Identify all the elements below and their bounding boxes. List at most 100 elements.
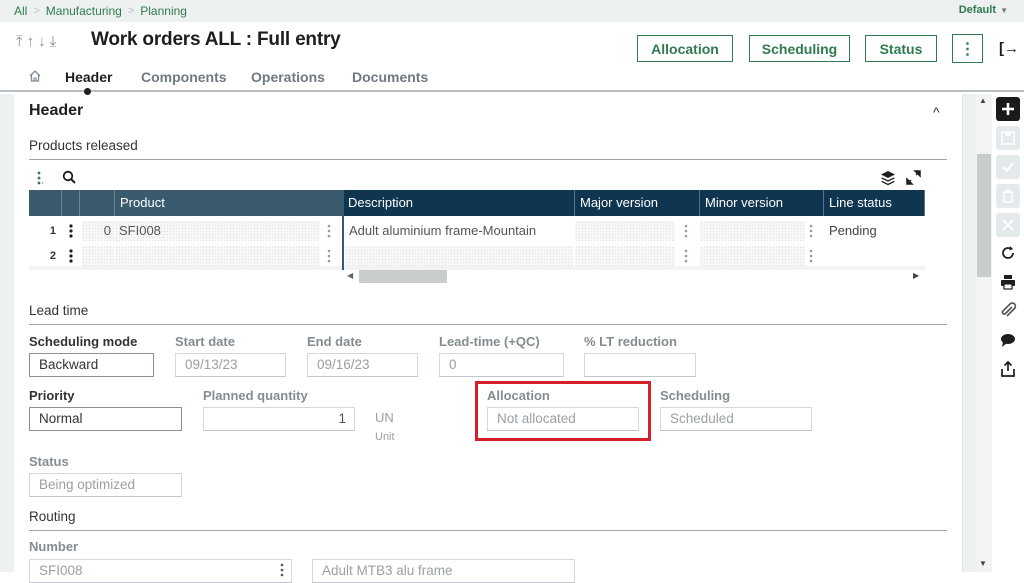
scroll-up-icon[interactable]: ▲	[979, 96, 987, 105]
vertical-scrollbar-thumb[interactable]	[977, 154, 991, 277]
grid-header-product[interactable]: Product	[115, 190, 343, 216]
table-row[interactable]: 2	[29, 244, 925, 268]
scroll-right-icon[interactable]: ▶	[913, 271, 919, 280]
layers-icon[interactable]	[880, 170, 896, 186]
major-version-cell[interactable]	[575, 221, 675, 241]
allocation-button[interactable]: Allocation	[637, 35, 733, 62]
tab-components[interactable]: Components	[141, 69, 227, 85]
grid-header-description[interactable]: Description	[343, 190, 575, 216]
priority-field[interactable]: Normal	[29, 407, 182, 431]
more-actions-button[interactable]: ⋮	[952, 34, 983, 63]
exit-icon[interactable]: [→	[999, 40, 1019, 57]
description-cell[interactable]: Adult aluminium frame-Mountain	[345, 221, 573, 241]
paperclip-icon[interactable]	[999, 302, 1017, 320]
save-button[interactable]	[996, 126, 1020, 150]
lt-reduction-field[interactable]	[584, 353, 696, 377]
minor-version-lookup-icon[interactable]	[809, 224, 813, 238]
row-number: 1	[49, 225, 56, 237]
routing-number-label: Number	[29, 539, 79, 554]
minor-version-cell[interactable]	[700, 221, 805, 241]
tab-operations[interactable]: Operations	[251, 69, 325, 85]
priority-label: Priority	[29, 388, 75, 403]
qty-cell[interactable]: 0	[82, 221, 114, 241]
caret-down-icon[interactable]: ▼	[1000, 6, 1008, 15]
product-cell[interactable]	[115, 246, 320, 266]
product-lookup-icon[interactable]	[327, 249, 331, 263]
comment-icon[interactable]	[999, 331, 1017, 349]
next-record-icon[interactable]: ↓	[38, 33, 46, 50]
major-version-lookup-icon[interactable]	[684, 249, 688, 263]
planned-quantity-label: Planned quantity	[203, 388, 308, 403]
horizontal-scrollbar-thumb[interactable]	[359, 270, 447, 283]
plus-icon	[1002, 103, 1014, 115]
lead-time-qc-field[interactable]: 0	[439, 353, 564, 377]
breadcrumb-separator-icon: >	[33, 5, 40, 17]
last-record-icon[interactable]: ⤓	[50, 33, 57, 50]
grid-header-minor-version[interactable]: Minor version	[700, 190, 824, 216]
routing-title: Routing	[29, 509, 76, 524]
search-icon[interactable]	[62, 170, 76, 184]
scheduling-label: Scheduling	[660, 388, 731, 403]
user-menu-default[interactable]: Default	[959, 4, 996, 16]
products-released-title: Products released	[29, 138, 138, 153]
grid-menu-icon[interactable]	[37, 171, 43, 185]
scroll-left-icon[interactable]: ◀	[347, 271, 353, 280]
print-icon[interactable]	[999, 273, 1017, 291]
row-number: 2	[49, 250, 56, 262]
horizontal-scrollbar[interactable]	[29, 266, 925, 270]
product-lookup-icon[interactable]	[327, 224, 331, 238]
planned-quantity-field[interactable]: 1	[203, 407, 355, 431]
breadcrumb-manufacturing[interactable]: Manufacturing	[46, 4, 122, 18]
export-icon[interactable]	[999, 360, 1017, 378]
validate-button[interactable]	[996, 155, 1020, 179]
scroll-down-icon[interactable]: ▼	[979, 559, 987, 568]
routing-lookup-icon[interactable]	[280, 563, 284, 577]
breadcrumb-all[interactable]: All	[14, 4, 27, 18]
delete-button[interactable]	[996, 184, 1020, 208]
tab-bar: Header Components Operations Documents	[0, 62, 1024, 92]
top-bar: All > Manufacturing > Planning Default ▼	[0, 0, 1024, 22]
frozen-column-divider	[342, 190, 344, 270]
grid-header-qty	[80, 190, 115, 216]
tab-header[interactable]: Header	[65, 69, 112, 85]
scheduling-mode-field[interactable]: Backward	[29, 353, 154, 377]
grid-header-major-version[interactable]: Major version	[575, 190, 700, 216]
divider	[29, 530, 947, 531]
previous-record-icon[interactable]: ↑	[27, 33, 35, 50]
qty-cell[interactable]	[82, 246, 114, 266]
status-button[interactable]: Status	[865, 35, 937, 62]
minor-version-cell[interactable]	[700, 246, 805, 266]
checkmark-icon	[1002, 162, 1014, 173]
scheduling-field[interactable]: Scheduled	[660, 407, 812, 431]
home-icon[interactable]	[28, 69, 42, 83]
chevron-up-icon[interactable]: ^	[933, 104, 940, 120]
status-field[interactable]: Being optimized	[29, 473, 182, 497]
create-button[interactable]	[996, 97, 1020, 121]
expand-icon[interactable]	[906, 170, 921, 185]
breadcrumb-planning[interactable]: Planning	[140, 4, 187, 18]
major-version-lookup-icon[interactable]	[684, 224, 688, 238]
table-row[interactable]: 1 0 SFI008 Adult aluminium frame-Mountai…	[29, 219, 925, 243]
row-menu-icon[interactable]	[67, 224, 75, 238]
grid-header-actions	[62, 190, 80, 216]
minor-version-lookup-icon[interactable]	[809, 249, 813, 263]
allocation-field[interactable]: Not allocated	[487, 407, 639, 431]
kebab-icon: ⋮	[959, 40, 976, 58]
routing-number-field[interactable]: SFI008	[29, 559, 292, 583]
grid-header-line-status[interactable]: Line status	[824, 190, 925, 216]
row-menu-icon[interactable]	[67, 249, 75, 263]
refresh-icon[interactable]	[999, 244, 1017, 262]
description-cell[interactable]	[345, 246, 573, 266]
product-cell[interactable]: SFI008	[115, 221, 320, 241]
first-record-icon[interactable]: ⤒	[16, 33, 23, 50]
unit-label: Unit	[375, 431, 395, 443]
start-date-field[interactable]: 09/13/23	[175, 353, 286, 377]
products-released-grid: Product Description Major version Minor …	[29, 190, 925, 270]
divider	[29, 159, 947, 160]
line-status-cell: Pending	[825, 221, 925, 241]
scheduling-button[interactable]: Scheduling	[749, 35, 850, 62]
major-version-cell[interactable]	[575, 246, 675, 266]
end-date-field[interactable]: 09/16/23	[307, 353, 418, 377]
tab-documents[interactable]: Documents	[352, 69, 428, 85]
cancel-button[interactable]	[996, 213, 1020, 237]
